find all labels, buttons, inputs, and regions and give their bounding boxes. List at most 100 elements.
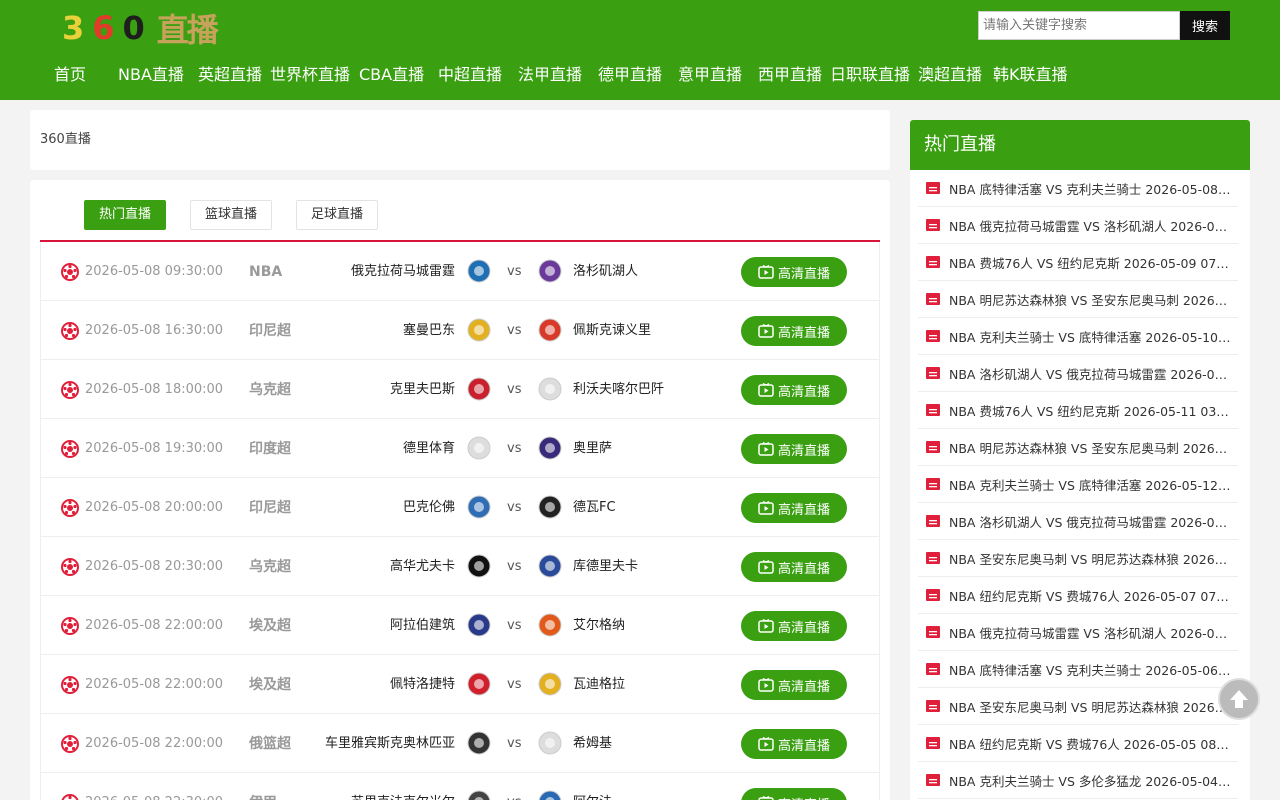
match-row: 2026-05-08 18:00:00 乌克超 克里夫巴斯 vs 利沃夫喀尔巴阡 高清直播 xyxy=(40,360,880,419)
away-team-name[interactable]: 奥里萨 xyxy=(573,439,612,459)
home-team-name[interactable]: 苏里克法克尔米尔 xyxy=(351,793,455,800)
ticket-icon xyxy=(926,589,940,601)
sidebar-list-item[interactable]: NBA 底特律活塞 VS 克利夫兰骑士 2026-05-08 … xyxy=(918,170,1238,207)
sidebar-list-item[interactable]: NBA 洛杉矶湖人 VS 俄克拉荷马城雷霆 2026-0… xyxy=(918,355,1238,392)
sidebar-list-item[interactable]: NBA 明尼苏达森林狼 VS 圣安东尼奥马刺 2026-… xyxy=(918,429,1238,466)
vs-label: vs xyxy=(507,441,522,456)
sidebar-list-item[interactable]: NBA 洛杉矶湖人 VS 俄克拉荷马城雷霆 2026-0… xyxy=(918,503,1238,540)
sidebar-list-item[interactable]: NBA 纽约尼克斯 VS 费城76人 2026-05-05 08:0… xyxy=(918,725,1238,762)
sidebar-list-item[interactable]: NBA 克利夫兰骑士 VS 多伦多猛龙 2026-05-04 … xyxy=(918,762,1238,799)
hd-live-button[interactable]: 高清直播 xyxy=(741,434,847,464)
tab-1[interactable]: 篮球直播 xyxy=(190,200,273,230)
home-team-name[interactable]: 德里体育 xyxy=(403,439,455,459)
nav-item[interactable]: 世界杯直播 xyxy=(270,62,359,88)
nav-item[interactable]: 英超直播 xyxy=(198,62,270,88)
sidebar-list-item[interactable]: NBA 俄克拉荷马城雷霆 VS 洛杉矶湖人 2026-0… xyxy=(918,614,1238,651)
nav-item[interactable]: CBA直播 xyxy=(359,62,438,88)
sidebar-item-text: NBA 圣安东尼奥马刺 VS 明尼苏达森林狼 2026-… xyxy=(949,551,1231,567)
away-team-logo-icon xyxy=(538,377,562,401)
nav-item[interactable]: 日职联直播 xyxy=(830,62,918,88)
away-team-name[interactable]: 阿尔法 xyxy=(573,793,612,800)
sidebar-list-item[interactable]: NBA 明尼苏达森林狼 VS 圣安东尼奥马刺 2026-… xyxy=(918,281,1238,318)
hd-live-button[interactable]: 高清直播 xyxy=(741,375,847,405)
nav-item[interactable]: 意甲直播 xyxy=(678,62,758,88)
hd-live-button[interactable]: 高清直播 xyxy=(741,788,847,800)
match-league[interactable]: NBA xyxy=(249,262,282,282)
sidebar-list-item[interactable]: NBA 费城76人 VS 纽约尼克斯 2026-05-09 07:0… xyxy=(918,244,1238,281)
logo-digit-3: 3 xyxy=(62,9,85,47)
away-team-name[interactable]: 希姆基 xyxy=(573,734,612,754)
match-time: 2026-05-08 19:30:00 xyxy=(85,441,224,456)
away-team-name[interactable]: 库德里夫卡 xyxy=(573,557,638,577)
match-league[interactable]: 印尼超 xyxy=(249,498,291,518)
match-league[interactable]: 印尼超 xyxy=(249,321,291,341)
match-league[interactable]: 乌克超 xyxy=(249,380,291,400)
tab-2[interactable]: 足球直播 xyxy=(296,200,379,230)
site-logo[interactable]: 3 6 0 直播 xyxy=(62,8,219,49)
tv-play-icon xyxy=(758,442,774,456)
nav-item[interactable]: 中超直播 xyxy=(438,62,518,88)
hd-live-button[interactable]: 高清直播 xyxy=(741,611,847,641)
away-team-name[interactable]: 德瓦FC xyxy=(573,498,616,518)
sidebar-list-item[interactable]: NBA 俄克拉荷马城雷霆 VS 洛杉矶湖人 2026-0… xyxy=(918,207,1238,244)
match-league[interactable]: 俄篮超 xyxy=(249,734,291,754)
sidebar-list-item[interactable]: NBA 纽约尼克斯 VS 费城76人 2026-05-07 07:0… xyxy=(918,577,1238,614)
home-team-name[interactable]: 阿拉伯建筑 xyxy=(390,616,455,636)
nav-item[interactable]: 韩K联直播 xyxy=(993,62,1073,88)
soccer-ball-icon xyxy=(61,263,79,281)
away-team-name[interactable]: 瓦迪格拉 xyxy=(573,675,625,695)
sidebar-list-item[interactable]: NBA 圣安东尼奥马刺 VS 明尼苏达森林狼 2026-… xyxy=(918,540,1238,577)
tab-0[interactable]: 热门直播 xyxy=(84,200,167,230)
nav-item[interactable]: 首页 xyxy=(54,62,118,88)
hd-live-button[interactable]: 高清直播 xyxy=(741,316,847,346)
match-league[interactable]: 乌克超 xyxy=(249,557,291,577)
home-team-name[interactable]: 巴克伦佛 xyxy=(403,498,455,518)
away-team-name[interactable]: 洛杉矶湖人 xyxy=(573,262,638,282)
hd-live-button[interactable]: 高清直播 xyxy=(741,493,847,523)
hd-live-button[interactable]: 高清直播 xyxy=(741,552,847,582)
nav-item[interactable]: 法甲直播 xyxy=(518,62,598,88)
away-team-name[interactable]: 佩斯克谏义里 xyxy=(573,321,651,341)
nav-item[interactable]: 德甲直播 xyxy=(598,62,678,88)
hd-live-button[interactable]: 高清直播 xyxy=(741,670,847,700)
vs-label: vs xyxy=(507,677,522,692)
match-league[interactable]: 伊甲 xyxy=(249,793,277,800)
nav-item[interactable]: 澳超直播 xyxy=(918,62,993,88)
nav-item[interactable]: 西甲直播 xyxy=(758,62,830,88)
match-row: 2026-05-08 22:30:00 伊甲 苏里克法克尔米尔 vs 阿尔法 高清直播 xyxy=(40,773,880,800)
ticket-icon xyxy=(926,478,940,490)
ticket-icon xyxy=(926,441,940,453)
sidebar-list-item[interactable]: NBA 克利夫兰骑士 VS 底特律活塞 2026-05-12 … xyxy=(918,466,1238,503)
home-team-logo-icon xyxy=(467,672,491,696)
home-team-name[interactable]: 克里夫巴斯 xyxy=(390,380,455,400)
away-team-name[interactable]: 艾尔格纳 xyxy=(573,616,625,636)
nav-item[interactable]: NBA直播 xyxy=(118,62,198,88)
sidebar-item-text: NBA 底特律活塞 VS 克利夫兰骑士 2026-05-08 … xyxy=(949,181,1231,197)
search-button[interactable]: 搜索 xyxy=(1180,11,1230,40)
sidebar-list-item[interactable]: NBA 费城76人 VS 纽约尼克斯 2026-05-11 03:3… xyxy=(918,392,1238,429)
away-team-name[interactable]: 利沃夫喀尔巴阡 xyxy=(573,380,664,400)
back-to-top-button[interactable] xyxy=(1218,678,1260,720)
soccer-ball-icon xyxy=(61,381,79,399)
match-league[interactable]: 印度超 xyxy=(249,439,291,459)
sidebar-list-item[interactable]: NBA 底特律活塞 VS 克利夫兰骑士 2026-05-06 … xyxy=(918,651,1238,688)
tv-play-icon xyxy=(758,678,774,692)
sidebar-list-item[interactable]: NBA 圣安东尼奥马刺 VS 明尼苏达森林狼 2026-… xyxy=(918,688,1238,725)
match-league[interactable]: 埃及超 xyxy=(249,616,291,636)
match-league[interactable]: 埃及超 xyxy=(249,675,291,695)
search-input[interactable] xyxy=(978,11,1180,40)
home-team-name[interactable]: 车里雅宾斯克奥林匹亚 xyxy=(325,734,455,754)
sidebar-item-text: NBA 俄克拉荷马城雷霆 VS 洛杉矶湖人 2026-0… xyxy=(949,625,1228,641)
hd-live-button[interactable]: 高清直播 xyxy=(741,257,847,287)
match-time: 2026-05-08 22:00:00 xyxy=(85,677,224,692)
arrow-up-icon xyxy=(1230,690,1248,708)
logo-digit-6: 6 xyxy=(92,9,115,47)
home-team-name[interactable]: 佩特洛捷特 xyxy=(390,675,455,695)
ticket-icon xyxy=(926,367,940,379)
sidebar-list-item[interactable]: NBA 克利夫兰骑士 VS 底特律活塞 2026-05-10 … xyxy=(918,318,1238,355)
home-team-name[interactable]: 高华尤夫卡 xyxy=(390,557,455,577)
home-team-name[interactable]: 俄克拉荷马城雷霆 xyxy=(351,262,455,282)
home-team-name[interactable]: 塞曼巴东 xyxy=(403,321,455,341)
hd-live-button[interactable]: 高清直播 xyxy=(741,729,847,759)
sidebar-item-text: NBA 俄克拉荷马城雷霆 VS 洛杉矶湖人 2026-0… xyxy=(949,218,1228,234)
